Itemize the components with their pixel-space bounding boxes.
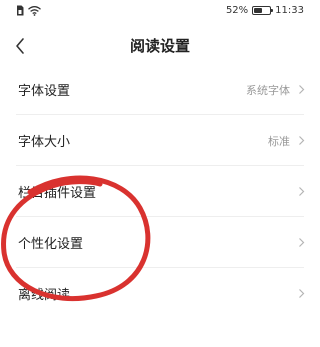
- title-bar: 阅读设置: [0, 24, 320, 68]
- setting-column-plugins[interactable]: 栏目插件设置: [0, 166, 320, 217]
- sim-icon: [16, 1, 24, 20]
- setting-label: 个性化设置: [18, 237, 84, 252]
- setting-label: 字体设置: [18, 84, 71, 99]
- setting-label: 栏目插件设置: [18, 186, 97, 201]
- chevron-right-icon: [296, 83, 306, 97]
- setting-value: 标准: [268, 134, 290, 148]
- status-time: 11:33: [275, 4, 304, 16]
- wifi-icon: [28, 1, 41, 20]
- setting-personalization[interactable]: 个性化设置: [0, 217, 320, 268]
- chevron-right-icon: [296, 185, 306, 199]
- page-title: 阅读设置: [129, 37, 190, 55]
- settings-list: 字体设置 系统字体 字体大小 标准 栏目插件设置 个性化设置 离线阅读: [0, 64, 320, 319]
- setting-label: 离线阅读: [18, 288, 71, 303]
- setting-label: 字体大小: [18, 135, 71, 150]
- status-left-icons: [16, 4, 41, 16]
- chevron-right-icon: [296, 236, 306, 250]
- setting-font[interactable]: 字体设置 系统字体: [0, 64, 320, 115]
- status-bar: 52% 11:33: [0, 0, 320, 20]
- battery-percent: 52%: [225, 4, 249, 16]
- setting-value: 系统字体: [246, 83, 290, 97]
- setting-offline-reading[interactable]: 离线阅读: [0, 268, 320, 319]
- chevron-right-icon: [296, 134, 306, 148]
- setting-font-size[interactable]: 字体大小 标准: [0, 115, 320, 166]
- battery-icon: [252, 5, 274, 15]
- chevron-right-icon: [296, 287, 306, 301]
- status-right: 52% 11:33: [226, 3, 304, 17]
- battery-fill: [254, 7, 263, 13]
